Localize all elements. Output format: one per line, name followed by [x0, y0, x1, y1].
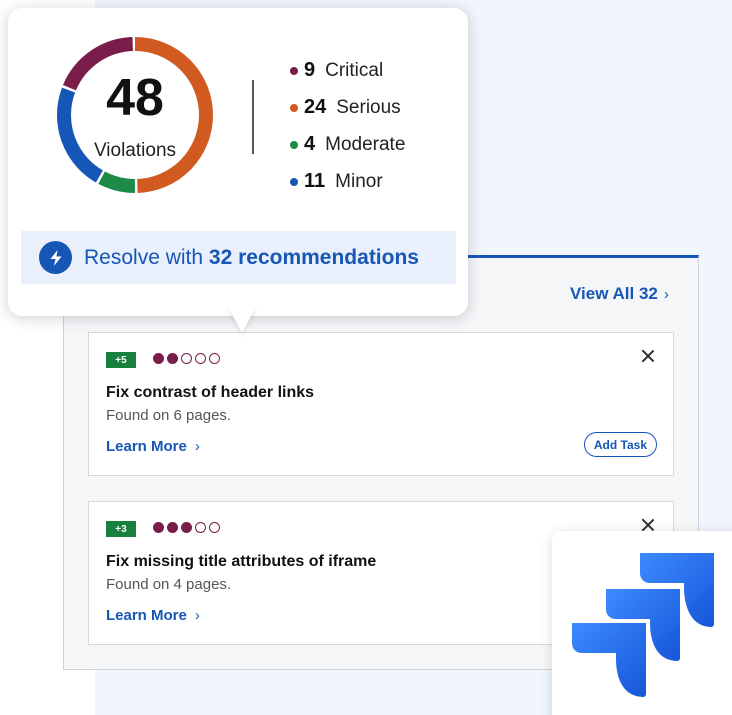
- jira-logo-icon: [572, 553, 714, 697]
- legend-item-serious: 24 Serious: [290, 89, 405, 126]
- severity-dots: [153, 353, 220, 364]
- popover-pointer: [228, 307, 256, 333]
- severity-dot-empty: [195, 522, 206, 533]
- severity-dots: [153, 522, 220, 533]
- card-found-on: Found on 6 pages.: [106, 407, 232, 424]
- legend-label: Serious: [336, 96, 401, 118]
- recommendation-card: +5 Fix contrast of header links Found on…: [88, 332, 674, 476]
- chevron-right-icon: ›: [194, 607, 200, 624]
- view-all-label: View All 32: [570, 284, 658, 303]
- resolve-highlight: 32 recommendations: [208, 245, 419, 269]
- severity-legend: 9 Critical 24 Serious 4 Moderate 11 Mino…: [290, 52, 405, 200]
- legend-label: Critical: [325, 59, 384, 81]
- legend-item-minor: 11 Minor: [290, 163, 405, 200]
- resolve-recommendations-button[interactable]: Resolve with 32 recommendations: [21, 231, 456, 284]
- score-badge: +3: [106, 521, 136, 537]
- legend-label: Minor: [335, 170, 383, 192]
- severity-dot-filled: [167, 522, 178, 533]
- legend-label: Moderate: [325, 133, 406, 155]
- add-task-button[interactable]: Add Task: [583, 432, 657, 457]
- legend-dot-minor: [290, 177, 298, 186]
- card-title: Fix contrast of header links: [106, 384, 315, 401]
- legend-dot-serious: [290, 103, 298, 112]
- resolve-text: Resolve with 32 recommendations: [84, 246, 419, 270]
- severity-dot-filled: [167, 353, 178, 364]
- severity-dot-filled: [153, 353, 164, 364]
- learn-more-link[interactable]: Learn More ›: [106, 438, 200, 455]
- legend-item-moderate: 4 Moderate: [290, 126, 405, 163]
- severity-dot-filled: [153, 522, 164, 533]
- legend-dot-critical: [290, 66, 298, 75]
- score-badge: +5: [106, 352, 136, 368]
- resolve-prefix: Resolve with: [84, 245, 204, 269]
- card-found-on: Found on 4 pages.: [106, 576, 232, 593]
- summary-divider: [252, 80, 254, 154]
- severity-dot-empty: [209, 522, 220, 533]
- legend-count: 4: [304, 133, 316, 155]
- severity-dot-empty: [181, 353, 192, 364]
- learn-more-label: Learn More: [106, 607, 187, 624]
- close-icon[interactable]: [639, 347, 657, 365]
- legend-dot-moderate: [290, 140, 298, 149]
- severity-dot-filled: [181, 522, 192, 533]
- lightning-bolt-icon: [39, 241, 72, 274]
- severity-dot-empty: [209, 353, 220, 364]
- learn-more-label: Learn More: [106, 438, 187, 455]
- severity-dot-empty: [195, 353, 206, 364]
- legend-count: 9: [304, 59, 316, 81]
- chevron-right-icon: ›: [663, 285, 669, 303]
- learn-more-link[interactable]: Learn More ›: [106, 607, 200, 624]
- violations-total: 48: [106, 69, 164, 127]
- card-title: Fix missing title attributes of iframe: [106, 553, 377, 570]
- view-all-link[interactable]: View All 32 ›: [570, 284, 669, 304]
- legend-count: 11: [304, 170, 326, 192]
- chevron-right-icon: ›: [194, 438, 200, 455]
- legend-item-critical: 9 Critical: [290, 52, 405, 89]
- violations-total-label: Violations: [93, 140, 177, 161]
- legend-count: 24: [304, 96, 327, 118]
- jira-logo-tile: [552, 531, 732, 715]
